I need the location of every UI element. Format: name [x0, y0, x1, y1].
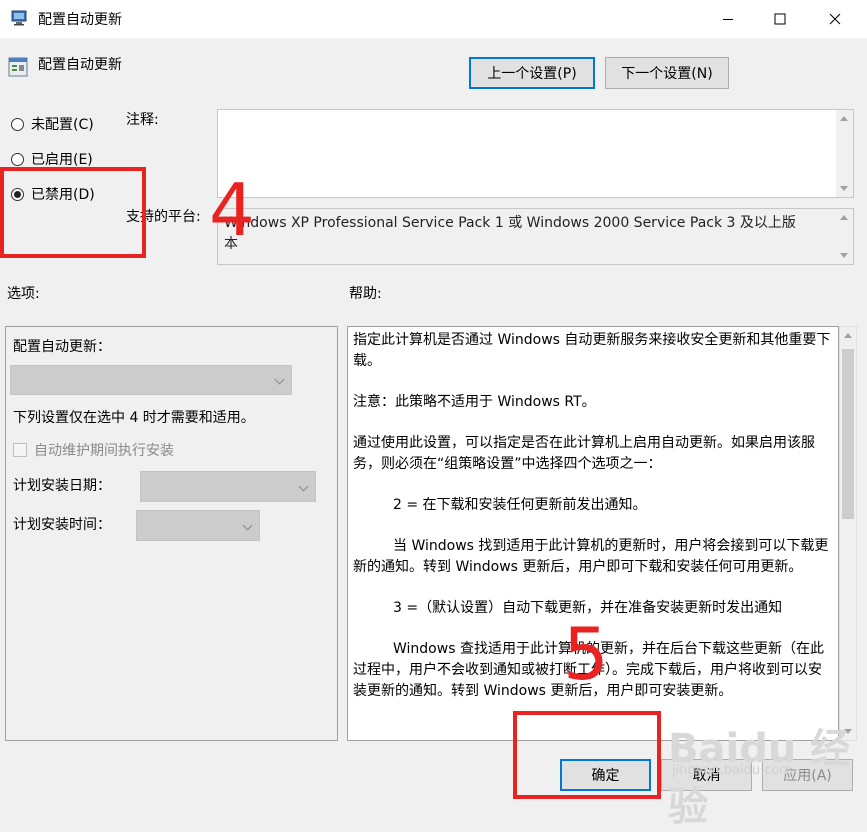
options-note: 下列设置仅在选中 4 时才需要和适用。	[13, 410, 255, 426]
platform-value-line1: Windows XP Professional Service Pack 1 或…	[224, 215, 796, 231]
policy-app-icon	[11, 10, 27, 26]
maintenance-checkbox[interactable]: 自动维护期间执行安装	[13, 440, 174, 460]
configure-update-label: 配置自动更新：	[13, 339, 111, 355]
help-paragraph: 当 Windows 找到适用于此计算机的更新时，用户将会接到可以下载更新的通知。…	[353, 538, 829, 575]
radio-enabled[interactable]: 已启用(E)	[11, 149, 93, 169]
scroll-up-icon	[844, 333, 852, 338]
platform-value-line2: 本	[224, 236, 238, 252]
comment-scrollbar[interactable]	[836, 110, 853, 197]
help-scrollbar[interactable]	[839, 326, 857, 741]
policy-setting-icon	[8, 57, 28, 77]
checkbox-label: 自动维护期间执行安装	[34, 443, 174, 459]
maximize-icon	[774, 13, 786, 25]
step4-number: 4	[209, 168, 255, 252]
radio-label: 未配置(C)	[31, 117, 94, 133]
radio-label: 已启用(E)	[31, 152, 93, 168]
options-heading: 选项:	[7, 286, 40, 302]
setting-title: 配置自动更新	[38, 57, 122, 73]
help-paragraph: 通过使用此设置，可以指定是否在此计算机上启用自动更新。如果启用该服务，则必须在“…	[353, 435, 815, 472]
scroll-up-icon	[840, 215, 848, 220]
minimize-icon	[723, 19, 733, 20]
title-bar: 配置自动更新	[0, 0, 867, 38]
close-icon	[829, 13, 841, 25]
window-title: 配置自动更新	[38, 12, 122, 28]
help-paragraph: 2 = 在下载和安装任何更新前发出通知。	[393, 497, 647, 513]
install-day-label: 计划安装日期：	[13, 478, 111, 494]
close-button[interactable]	[812, 0, 858, 38]
chevron-down-icon	[274, 374, 285, 385]
radio-not-configured[interactable]: 未配置(C)	[11, 114, 94, 134]
help-paragraph: 注意：此策略不适用于 Windows RT。	[353, 394, 596, 410]
scroll-thumb[interactable]	[842, 349, 854, 519]
comment-label: 注释:	[126, 112, 159, 128]
platform-field: Windows XP Professional Service Pack 1 或…	[217, 208, 854, 265]
help-paragraph: 指定此计算机是否通过 Windows 自动更新服务来接收安全更新和其他重要下载。	[353, 332, 831, 369]
install-day-select[interactable]	[140, 471, 316, 502]
platform-scrollbar[interactable]	[836, 209, 853, 264]
options-panel: 配置自动更新： 下列设置仅在选中 4 时才需要和适用。 自动维护期间执行安装 计…	[5, 326, 338, 741]
scroll-down-icon	[840, 253, 848, 258]
minimize-button[interactable]	[705, 0, 751, 38]
step5-number: 5	[563, 612, 609, 696]
help-heading: 帮助:	[349, 286, 382, 302]
chevron-down-icon	[242, 520, 253, 530]
step5-highlight-box	[513, 711, 661, 799]
next-setting-button[interactable]: 下一个设置(N)	[605, 57, 729, 89]
configure-update-select[interactable]	[10, 365, 292, 395]
previous-setting-button[interactable]: 上一个设置(P)	[469, 57, 595, 89]
maximize-button[interactable]	[757, 0, 803, 38]
scroll-up-icon	[840, 116, 848, 121]
checkbox-box	[13, 443, 27, 457]
comment-field[interactable]	[217, 109, 854, 198]
scroll-down-icon	[840, 186, 848, 191]
radio-dot	[11, 152, 24, 166]
chevron-down-icon	[298, 481, 309, 491]
radio-dot	[11, 117, 24, 131]
install-time-label: 计划安装时间：	[13, 517, 111, 533]
step4-highlight-box	[0, 167, 146, 258]
watermark-url: jingyan.baidu.com	[672, 763, 792, 778]
install-time-select[interactable]	[136, 510, 260, 541]
